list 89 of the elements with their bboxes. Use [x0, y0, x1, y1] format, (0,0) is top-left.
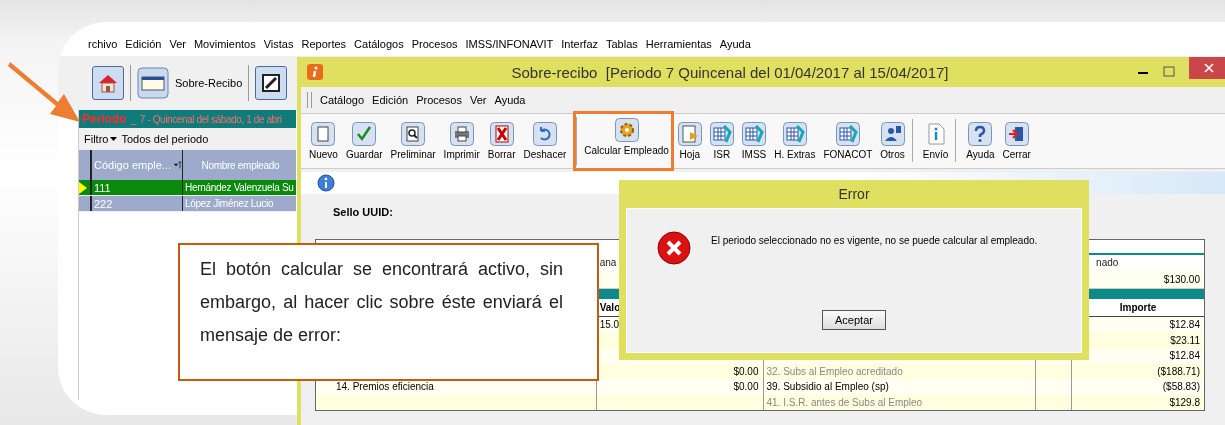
toolbar-button[interactable]: FONACOT: [819, 117, 877, 165]
maximize-icon[interactable]: [1163, 66, 1175, 78]
filter-button[interactable]: Filtro: [84, 133, 118, 145]
callout-text: El botón calcular se encontrará activo, sin embargo, al hacer clic sobre éste enviará el mensaje de error:: [200, 258, 563, 347]
help-icon: [968, 122, 993, 146]
menu-item[interactable]: Herramientas: [645, 38, 712, 50]
table-cell-text: Hernández Valenzuela Su: [184, 181, 295, 195]
menu-item[interactable]: Edición: [125, 38, 162, 50]
toolbar-button[interactable]: Cerrar: [998, 117, 1035, 165]
table-cell: 41. I.S.R. antes de Subs al Empleo: [766, 396, 923, 408]
sheet-icon: [677, 122, 702, 146]
table-cell: 111: [92, 180, 183, 195]
edit-icon: [261, 73, 282, 93]
toolbar-button[interactable]: Guardar: [341, 117, 387, 165]
home-button[interactable]: [92, 66, 124, 100]
table-cell: $12.84: [1169, 350, 1200, 362]
menu-item[interactable]: Ver: [169, 38, 186, 50]
menu-item[interactable]: Ayuda: [494, 94, 526, 106]
report-icon: [742, 122, 767, 146]
report-icon: [709, 122, 734, 146]
menu-item[interactable]: Ver: [470, 94, 487, 106]
info-icon: [317, 174, 335, 192]
menu-item[interactable]: Procesos: [411, 38, 458, 50]
toolbar-button[interactable]: Otros: [876, 117, 909, 165]
close-icon: [1204, 63, 1214, 73]
table-cell: 39. Subsidio al Empleo (sp): [766, 381, 889, 393]
window-title: Sobre-recibo [Periodo 7 Quincenal del 01/04/2017 al 15/04/2017]: [510, 63, 950, 81]
house-icon: [97, 72, 119, 94]
exit-door-icon: [1004, 122, 1029, 146]
blank-page-icon: [311, 122, 336, 146]
toolbar-button[interactable]: Nuevo: [305, 117, 342, 165]
table-cell: $0.00: [733, 365, 759, 377]
table-cell: $12.84: [1169, 319, 1200, 331]
table-cell: $129.8: [1169, 396, 1200, 408]
table-cell: $0.00: [733, 381, 759, 393]
app-logo-icon: [307, 64, 323, 80]
magnifier-page-icon: [401, 122, 426, 146]
menu-item[interactable]: Procesos: [416, 94, 462, 106]
sort-icon: [174, 159, 182, 171]
person-icon: [880, 122, 905, 146]
dialog-title: Error: [837, 185, 871, 204]
table-cell-text: López Jiménez Lucio: [184, 197, 275, 211]
gear-icon: [614, 118, 639, 142]
period-value: 7 - Quincenal del sábado, 1 de abri: [139, 113, 282, 125]
report-icon: [835, 122, 860, 146]
menu-item[interactable]: Interfaz: [561, 38, 598, 50]
table-cell: 14. Premios eficiencia: [336, 381, 434, 393]
menu-item[interactable]: Catálogo: [320, 94, 365, 106]
printer-icon: [449, 122, 474, 146]
toolbar-button[interactable]: Imprimir: [439, 117, 484, 165]
toolbar-button[interactable]: H. Extras: [770, 117, 820, 165]
table-cell: ($58.83): [1162, 381, 1200, 393]
error-icon: [657, 231, 691, 265]
table-cell: 32. Subs al Empleo acreditado: [766, 365, 903, 377]
table-cell: 15.0: [599, 319, 620, 331]
toolbar-button[interactable]: Deshacer: [519, 117, 571, 165]
toolbar-button[interactable]: Preliminar: [386, 117, 440, 165]
menu-item[interactable]: Edición: [372, 94, 409, 106]
x-mark-icon: [489, 122, 514, 146]
error-message: El periodo seleccionado no es vigente, no se puede calcular al empleado.: [711, 235, 1038, 246]
menu-item[interactable]: rchivo: [88, 38, 118, 50]
table-cell: 222: [92, 196, 183, 211]
menu-item[interactable]: Vistas: [263, 38, 294, 50]
toolbar-button[interactable]: Calcular Empleado: [573, 111, 674, 171]
toolbar-button[interactable]: Borrar: [483, 117, 520, 165]
table-cell: $23.11: [1170, 334, 1200, 346]
toolbar-button[interactable]: Hoja: [673, 117, 706, 165]
sobre-recibo-button[interactable]: Sobre-Recibo: [137, 67, 243, 99]
filter-value: Todos del periodo: [121, 133, 209, 145]
period-label: Periodo: [82, 112, 127, 126]
caret-icon: [110, 136, 118, 142]
menu-item[interactable]: Ayuda: [719, 38, 751, 50]
menu-item[interactable]: Tablas: [606, 38, 638, 50]
menu-item[interactable]: Reportes: [301, 38, 347, 50]
menu-item[interactable]: Movimientos: [193, 38, 256, 50]
toolbar-button[interactable]: IMSS: [737, 117, 771, 165]
menu-item[interactable]: IMSS/INFONAVIT: [465, 38, 554, 50]
accept-button[interactable]: Aceptar: [822, 310, 886, 330]
close-button[interactable]: [1189, 57, 1225, 79]
edit-button[interactable]: [255, 66, 288, 100]
checkmark-icon: [352, 122, 377, 146]
employee-row[interactable]: 111 Hernández Valenzuela Su: [79, 180, 296, 196]
menu-item[interactable]: Catálogos: [354, 38, 404, 50]
row-pointer-icon: [79, 181, 87, 194]
uuid-label: Sello UUID:: [332, 206, 394, 220]
table-cell: ($188.71): [1157, 365, 1200, 377]
envelope-icon: [137, 67, 169, 99]
report-icon: [782, 122, 807, 146]
toolbar-button[interactable]: ISR: [705, 117, 738, 165]
